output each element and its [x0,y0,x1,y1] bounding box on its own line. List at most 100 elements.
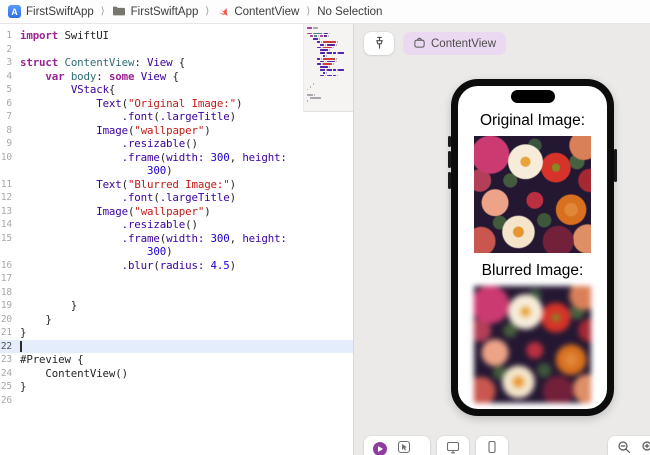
zoom-in-button[interactable] [641,440,650,455]
blurred-image [474,286,591,403]
code-text: Text("Original Image:") [96,96,243,110]
code-line[interactable]: 4 var body: some View { [0,70,353,84]
pin-preview-button[interactable] [364,32,394,55]
code-text: Text("Blurred Image:") [96,177,236,191]
line-number: 2 [6,43,12,55]
zoom-out-button[interactable] [617,440,631,455]
minimap-line [307,94,351,96]
minimap-line [307,43,351,46]
breadcrumb-separator: ⟩ [205,6,210,17]
preview-tab-label: ContentView [431,37,496,50]
line-number: 15 [0,232,12,244]
code-line[interactable]: 15 .frame(width: 300, height: [0,232,353,246]
code-text: } [20,326,27,339]
code-line[interactable]: 8 Image("wallpaper") [0,124,353,138]
live-preview-button[interactable] [373,441,387,455]
breadcrumb-project[interactable]: A FirstSwiftApp [8,5,94,18]
code-line[interactable]: 6 Text("Original Image:") [0,97,353,111]
minimap-line [307,40,351,43]
code-text: #Preview { [20,353,84,366]
code-line[interactable]: 16 .blur(radius: 4.5) [0,259,353,273]
minimap-line [307,52,351,54]
minimap-line [307,63,351,66]
line-number: 10 [0,151,12,163]
breadcrumb-label: No Selection [317,5,383,18]
breadcrumb-label: FirstSwiftApp [130,5,199,18]
selectable-preview-button[interactable] [397,440,411,455]
line-number [0,164,20,178]
code-line[interactable]: 25} [0,380,353,394]
minimap[interactable] [303,24,353,113]
device-settings-button[interactable] [437,436,469,455]
code-line[interactable]: 19 } [0,299,353,313]
minimap-line [307,103,351,105]
line-number: 5 [6,84,12,95]
breadcrumb-group[interactable]: FirstSwiftApp [112,4,199,19]
line-number: 13 [0,205,12,217]
minimap-line [307,32,351,35]
code-line[interactable]: 300) [0,164,353,178]
code-text: 300) [147,245,173,258]
code-line[interactable]: 13 Image("wallpaper") [0,205,353,219]
code-text: .font(.largeTitle) [121,191,237,204]
code-text: } [20,380,27,393]
line-number: 6 [6,97,12,109]
code-line[interactable]: 14 .resizable() [0,218,353,232]
code-line[interactable]: 17 [0,272,353,286]
code-line[interactable]: 12 .font(.largeTitle) [0,191,353,205]
code-text: } [20,312,52,326]
line-number: 7 [6,111,12,122]
code-line[interactable]: 10 .frame(width: 300, height: [0,151,353,165]
code-line[interactable]: 26 [0,394,353,408]
code-text: VStack{ [70,83,116,96]
breadcrumb-selection[interactable]: No Selection [317,6,382,18]
cursor-icon [397,440,411,455]
line-number: 19 [0,300,12,311]
app-glyph-icon [413,36,426,52]
code-line[interactable]: 18 [0,286,353,300]
original-image-label: Original Image: [479,112,586,129]
code-line[interactable]: 7 .font(.largeTitle) [0,110,353,124]
line-number: 3 [6,57,12,68]
minimap-line [307,80,351,82]
code-line[interactable]: 3 struct ContentView: View { [0,56,353,70]
minimap-line [307,91,351,93]
code-text: ContentView() [20,366,128,380]
code-line[interactable]: 2 [0,43,353,57]
code-line[interactable]: 24 ContentView() [0,367,353,381]
minimap-line [307,30,351,32]
minimap-line [307,35,351,38]
line-number: 16 [0,259,12,271]
preview-canvas: ContentView Original Image: Blurred Imag… [353,24,650,455]
code-line[interactable]: 21} [0,326,353,340]
code-line[interactable]: 5 VStack{ [0,83,353,97]
breadcrumb-label: ContentView [234,5,300,18]
minimap-line [307,77,351,79]
minimap-line [307,66,351,68]
zoom-out-icon [617,441,631,455]
code-line[interactable]: 20 } [0,313,353,327]
code-line[interactable]: 9 .resizable() [0,137,353,151]
code-line[interactable]: 11 Text("Blurred Image:") [0,178,353,192]
line-number: 22 [0,340,12,352]
line-number: 8 [6,124,12,136]
code-line[interactable]: 23 #Preview { [0,353,353,367]
preview-tab-contentview[interactable]: ContentView [403,32,506,55]
code-editor[interactable]: 1 import SwiftUI 2 3 struct ContentView: Vie… [0,24,353,455]
preview-bottom-toolbar [364,436,650,455]
breadcrumb-separator: ⟩ [306,6,311,17]
code-line[interactable]: 22 [0,339,353,353]
line-number: 14 [0,219,12,230]
minimap-line [307,27,351,29]
code-text: import SwiftUI [20,29,109,42]
line-number: 17 [0,273,12,284]
zoom-in-icon [641,441,650,455]
line-number: 26 [0,394,12,406]
breadcrumb-file[interactable]: ContentView [216,4,299,20]
code-text: .frame(width: 300, height: [121,231,287,245]
code-line[interactable]: 1 import SwiftUI [0,29,353,43]
original-image [474,136,591,253]
code-line[interactable]: 300) [0,245,353,259]
minimap-line [307,49,351,52]
device-bezels-button[interactable] [476,436,508,455]
